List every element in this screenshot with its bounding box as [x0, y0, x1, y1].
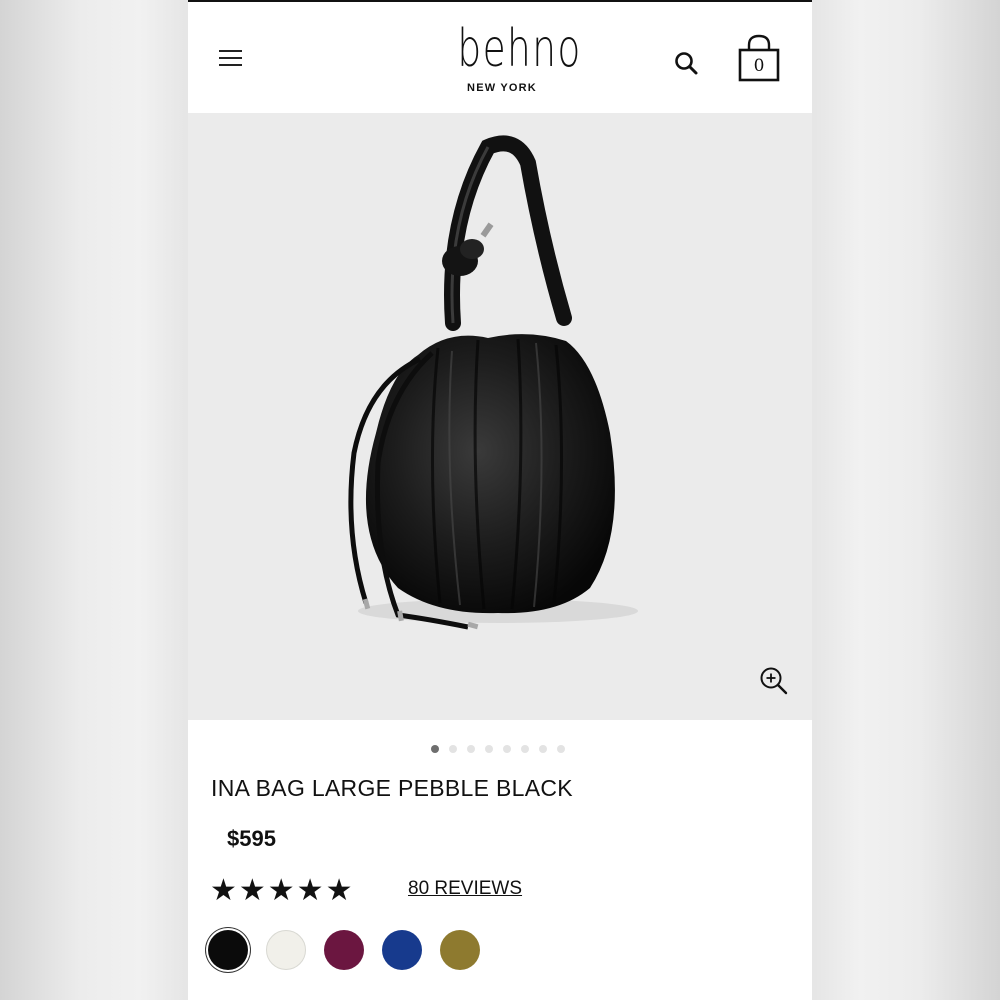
search-icon[interactable]: [674, 51, 700, 77]
logo-wordmark: behno: [457, 19, 582, 79]
product-image-gallery[interactable]: [188, 113, 812, 720]
gallery-dot[interactable]: [431, 745, 439, 753]
phone-screen: behno NEW YORK 0 INA BAG LARGE PEBBLE BL…: [188, 0, 812, 1000]
hamburger-menu-icon[interactable]: [218, 48, 244, 68]
color-swatch[interactable]: [208, 930, 248, 970]
brand-logo[interactable]: behno NEW YORK: [440, 19, 582, 96]
gallery-pagination: [431, 745, 565, 757]
zoom-in-icon[interactable]: [758, 665, 790, 697]
gallery-dot[interactable]: [449, 745, 457, 753]
product-price: $595: [227, 826, 276, 851]
product-image: [348, 135, 638, 630]
gallery-dot[interactable]: [539, 745, 547, 753]
gallery-dot[interactable]: [503, 745, 511, 753]
gallery-dot[interactable]: [521, 745, 529, 753]
color-swatch[interactable]: [382, 930, 422, 970]
color-swatch[interactable]: [266, 930, 306, 970]
star-rating: ★★★★★: [210, 873, 355, 908]
color-swatch[interactable]: [440, 930, 480, 970]
shopping-bag-icon[interactable]: 0: [736, 34, 782, 86]
reviews-link[interactable]: 80 REVIEWS: [408, 878, 522, 900]
site-header: behno NEW YORK 0: [188, 2, 812, 112]
color-swatch[interactable]: [324, 930, 364, 970]
gallery-dot[interactable]: [557, 745, 565, 753]
gallery-dot[interactable]: [485, 745, 493, 753]
product-title: INA BAG LARGE PEBBLE BLACK: [211, 775, 573, 801]
color-swatches: [208, 930, 480, 970]
cart-count: 0: [753, 56, 765, 76]
logo-subtitle: NEW YORK: [467, 82, 537, 94]
gallery-dot[interactable]: [467, 745, 475, 753]
